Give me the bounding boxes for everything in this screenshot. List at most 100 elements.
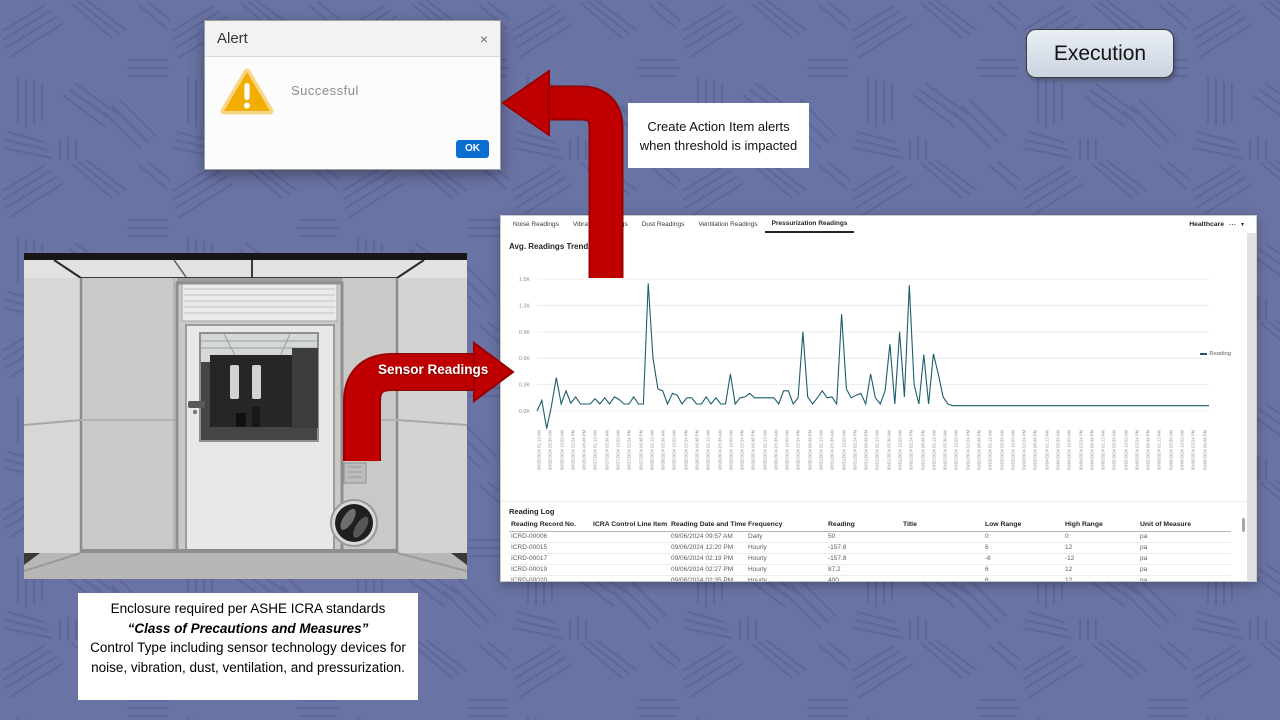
create-action-note: Create Action Item alerts when threshold… bbox=[628, 103, 809, 168]
table-cell: 0 bbox=[983, 532, 1063, 542]
enclosure-note: Enclosure required per ASHE ICRA standar… bbox=[78, 593, 418, 700]
enclosure-note-line1: Enclosure required per ASHE ICRA standar… bbox=[86, 599, 410, 619]
table-cell bbox=[591, 532, 669, 542]
x-axis-label: 08/29/2024 02:24 PM bbox=[741, 428, 745, 470]
svg-text:1.5K: 1.5K bbox=[519, 277, 530, 283]
dashboard-scroll-strip[interactable] bbox=[1247, 233, 1256, 581]
x-axis-label: 09/06/2024 01:12 AM bbox=[1158, 428, 1162, 470]
x-axis-label: 09/04/2024 02:24 PM bbox=[1079, 428, 1083, 470]
table-cell: pa bbox=[1138, 565, 1231, 575]
table-cell: Hourly bbox=[746, 565, 826, 575]
table-cell: 6 bbox=[983, 565, 1063, 575]
log-column-header: Unit of Measure bbox=[1138, 519, 1231, 532]
log-column-header: Reading bbox=[826, 519, 901, 532]
chart-legend: Reading bbox=[1200, 351, 1231, 357]
x-axis-label: 08/26/2024 02:24 PM bbox=[572, 428, 576, 470]
table-cell: 12 bbox=[1063, 576, 1138, 582]
legend-line-marker bbox=[1200, 353, 1207, 355]
log-column-header: High Range bbox=[1063, 519, 1138, 532]
x-axis-label: 08/26/2024 01:12 AM bbox=[538, 428, 542, 470]
table-cell: 6 bbox=[983, 576, 1063, 582]
tab-noise-readings[interactable]: Noise Readings bbox=[506, 217, 566, 232]
x-axis-label: 09/05/2024 01:12 AM bbox=[1102, 428, 1106, 470]
x-axis-label: 09/05/2024 05:36 AM bbox=[1113, 428, 1117, 470]
table-cell bbox=[591, 543, 669, 553]
table-cell: ICRD-00015 bbox=[509, 543, 591, 553]
table-row[interactable]: ICRD-0001709/06/2024 02:19 PMHourly-157.… bbox=[509, 554, 1231, 565]
log-column-header: Reading Record No. bbox=[509, 519, 591, 532]
x-axis-label: 08/31/2024 02:24 PM bbox=[854, 428, 858, 470]
table-cell: pa bbox=[1138, 554, 1231, 564]
table-scrollbar[interactable] bbox=[1242, 518, 1245, 532]
ok-button[interactable]: OK bbox=[456, 140, 489, 158]
x-axis-label: 09/02/2024 06:48 PM bbox=[978, 428, 982, 470]
x-axis-label: 09/04/2024 06:48 PM bbox=[1091, 428, 1095, 470]
svg-text:0.0K: 0.0K bbox=[519, 409, 530, 415]
x-axis-label: 09/01/2024 06:48 PM bbox=[921, 428, 925, 470]
table-cell bbox=[901, 532, 983, 542]
x-axis-label: 08/27/2024 05:36 AM bbox=[606, 428, 610, 470]
table-cell: 09/06/2024 12:20 PM bbox=[669, 543, 746, 553]
log-column-header: ICRA Control Line Item bbox=[591, 519, 669, 532]
tab-dust-readings[interactable]: Dust Readings bbox=[635, 217, 692, 232]
table-cell: 09/06/2024 02:27 PM bbox=[669, 565, 746, 575]
x-axis-label: 09/02/2024 10:00 AM bbox=[955, 428, 959, 470]
x-axis-label: 08/26/2024 05:36 AM bbox=[549, 428, 553, 470]
tab-ventilation-readings[interactable]: Ventilation Readings bbox=[691, 217, 764, 232]
table-cell: ICRD-00017 bbox=[509, 554, 591, 564]
table-cell: Hourly bbox=[746, 543, 826, 553]
x-axis-label: 09/03/2024 01:12 AM bbox=[989, 428, 993, 470]
table-cell bbox=[591, 554, 669, 564]
svg-text:0.3K: 0.3K bbox=[519, 383, 530, 389]
execution-label-text: Execution bbox=[1054, 42, 1146, 66]
alert-title: Alert bbox=[217, 30, 248, 47]
table-row[interactable]: ICRD-0001909/06/2024 02:27 PMHourly87.26… bbox=[509, 565, 1231, 576]
table-row[interactable]: ICRD-0002009/06/2024 02:35 PMHourly40061… bbox=[509, 576, 1231, 582]
x-axis-label: 09/05/2024 10:00 AM bbox=[1125, 428, 1129, 470]
x-axis-label: 09/03/2024 02:24 PM bbox=[1023, 428, 1027, 470]
x-axis-label: 09/02/2024 01:12 AM bbox=[933, 428, 937, 470]
table-cell bbox=[591, 576, 669, 582]
x-axis-label: 09/05/2024 06:48 PM bbox=[1147, 428, 1151, 470]
log-column-header: Reading Date and Time bbox=[669, 519, 746, 532]
table-cell: 09/06/2024 02:19 PM bbox=[669, 554, 746, 564]
table-cell: 09/06/2024 02:35 PM bbox=[669, 576, 746, 582]
enclosure-photo bbox=[24, 253, 467, 579]
x-axis-label: 08/30/2024 02:24 PM bbox=[797, 428, 801, 470]
table-cell: Hourly bbox=[746, 576, 826, 582]
x-axis-label: 09/06/2024 10:00 AM bbox=[1181, 428, 1185, 470]
svg-text:0.6K: 0.6K bbox=[519, 356, 530, 362]
x-axis-label: 09/06/2024 05:36 AM bbox=[1170, 428, 1174, 470]
x-axis-label: 09/05/2024 02:24 PM bbox=[1136, 428, 1140, 470]
close-icon[interactable]: × bbox=[480, 32, 488, 46]
x-axis-label: 08/30/2024 10:00 AM bbox=[786, 428, 790, 470]
table-cell: 12 bbox=[1063, 543, 1138, 553]
legend-label: Reading bbox=[1209, 351, 1231, 357]
x-axis-label: 08/26/2024 06:48 PM bbox=[583, 428, 587, 470]
svg-text:1.2K: 1.2K bbox=[519, 303, 530, 309]
x-axis-label: 08/30/2024 06:48 PM bbox=[809, 428, 813, 470]
log-header-row: Reading Record No.ICRA Control Line Item… bbox=[509, 519, 1231, 532]
x-axis-label: 09/01/2024 01:12 AM bbox=[876, 428, 880, 470]
table-cell: 09/06/2024 09:57 AM bbox=[669, 532, 746, 542]
table-cell: pa bbox=[1138, 576, 1231, 582]
trend-line-chart[interactable]: 1.5K1.2K0.9K0.6K0.3K0.0K bbox=[507, 275, 1217, 435]
alert-header: Alert × bbox=[205, 21, 500, 57]
tab-bar: Noise ReadingsVibration ReadingsDust Rea… bbox=[501, 216, 854, 233]
x-axis-label: 09/01/2024 10:00 AM bbox=[899, 428, 903, 470]
tab-vibration-readings[interactable]: Vibration Readings bbox=[566, 217, 635, 232]
chart-title: Avg. Readings Trend bbox=[509, 242, 588, 251]
alert-message: Successful bbox=[291, 83, 359, 98]
log-body: ICRD-0000609/06/2024 09:57 AMDaily5000pa… bbox=[509, 532, 1231, 582]
workspace-name: Healthcare bbox=[1189, 221, 1224, 228]
x-axis-label: 08/27/2024 02:24 PM bbox=[628, 428, 632, 470]
chevron-down-icon[interactable]: ▾ bbox=[1241, 221, 1244, 228]
table-row[interactable]: ICRD-0001509/06/2024 12:20 PMHourly-157.… bbox=[509, 543, 1231, 554]
x-axis-label: 09/03/2024 06:48 PM bbox=[1034, 428, 1038, 470]
table-cell: 87.2 bbox=[826, 565, 901, 575]
x-axis-label: 08/28/2024 02:24 PM bbox=[685, 428, 689, 470]
more-options-icon[interactable]: ⋯ bbox=[1229, 221, 1236, 229]
tab-pressurization-readings[interactable]: Pressurization Readings bbox=[765, 216, 855, 233]
table-row[interactable]: ICRD-0000609/06/2024 09:57 AMDaily5000pa bbox=[509, 532, 1231, 543]
x-axis-label: 09/02/2024 02:24 PM bbox=[967, 428, 971, 470]
